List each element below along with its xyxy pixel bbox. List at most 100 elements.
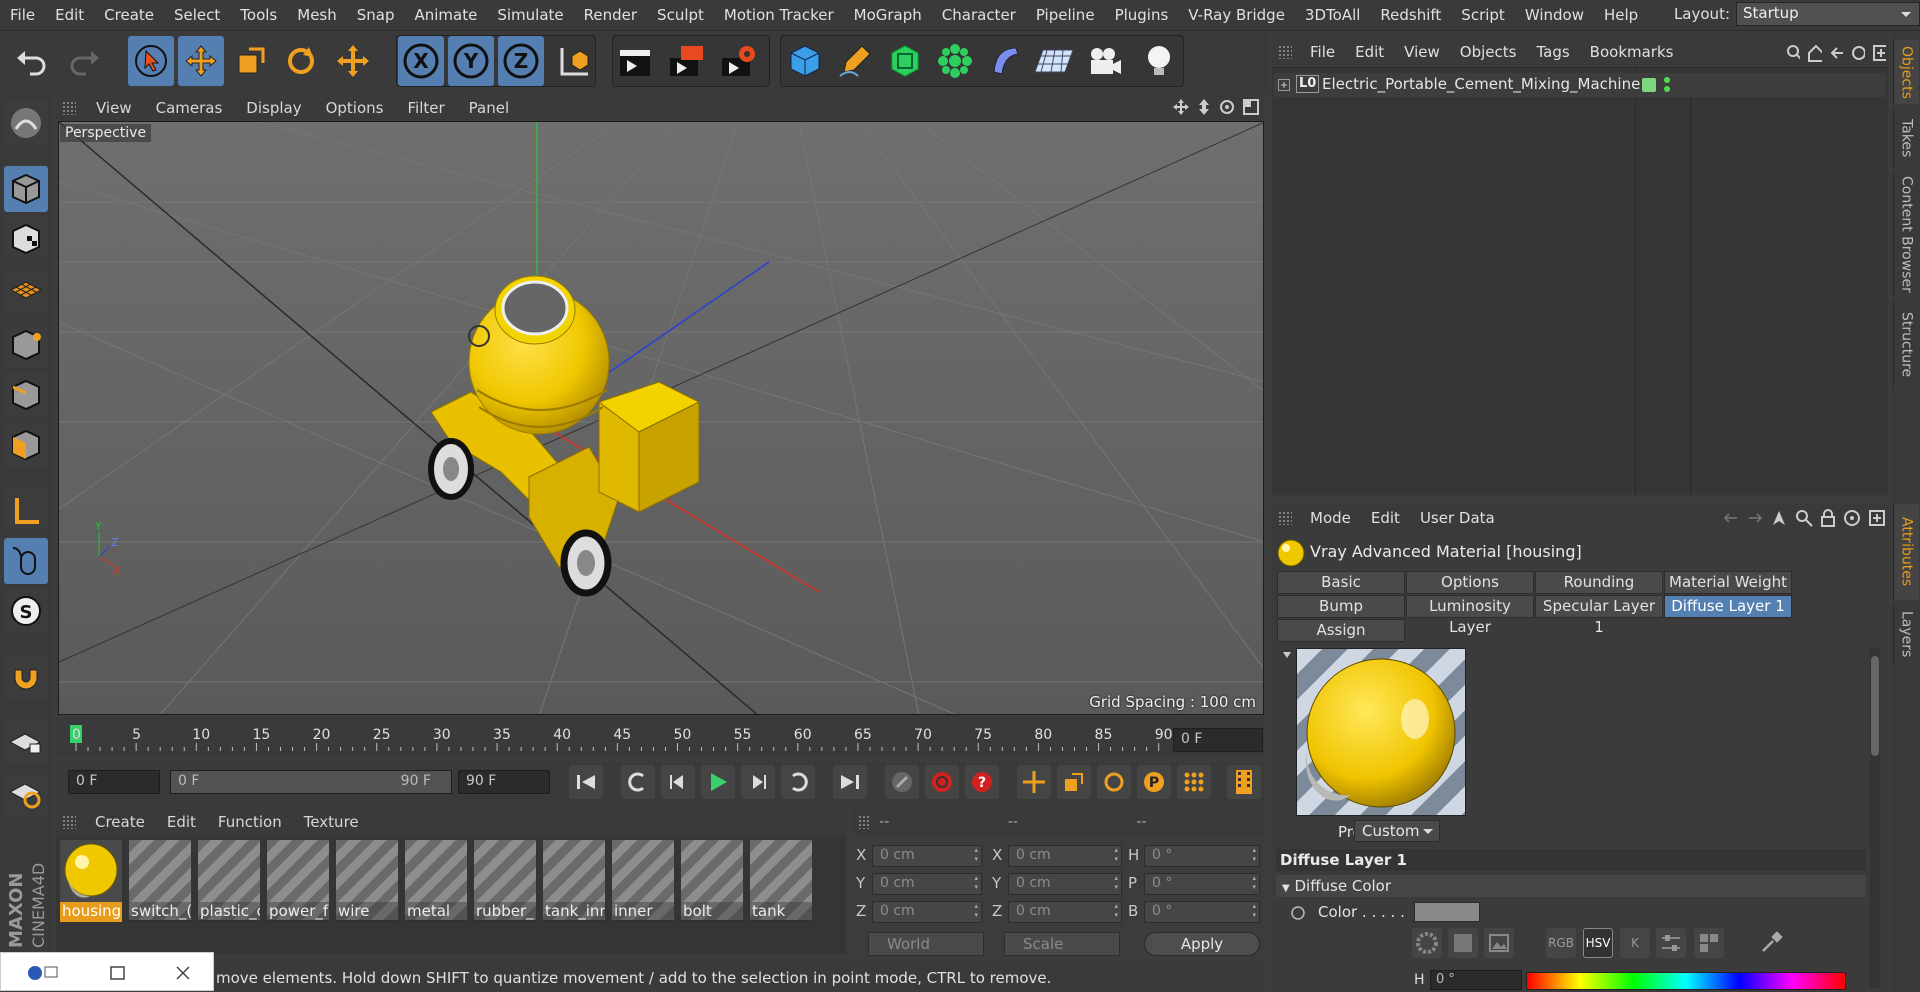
coord-value-field[interactable]: 0 cm <box>1008 845 1122 867</box>
drag-grip-icon[interactable] <box>858 815 872 829</box>
material-swatch[interactable]: wire <box>336 840 398 922</box>
drag-grip-icon[interactable] <box>62 815 76 829</box>
viewport-menu-panel[interactable]: Panel <box>457 99 521 117</box>
move-tool-button[interactable] <box>178 36 224 86</box>
object-menu-tags[interactable]: Tags <box>1526 43 1579 61</box>
close-icon[interactable] <box>176 966 190 980</box>
viewport-menu-cameras[interactable]: Cameras <box>144 99 235 117</box>
key-scale-button[interactable] <box>1057 765 1091 799</box>
material-swatch[interactable]: rubber_ <box>474 840 536 922</box>
menu-character[interactable]: Character <box>932 6 1026 24</box>
coord-value-field[interactable]: 0 ° <box>1144 873 1260 895</box>
object-name[interactable]: Electric_Portable_Cement_Mixing_Machine <box>1322 75 1640 93</box>
sync-icon[interactable] <box>1850 44 1865 62</box>
mixer-mode-button[interactable] <box>1656 928 1686 958</box>
coordinate-scale-dropdown[interactable]: Scale <box>1004 932 1120 956</box>
tab-layers[interactable]: Layers <box>1893 604 1919 664</box>
tab-specular-layer-1[interactable]: Specular Layer 1 <box>1535 595 1663 636</box>
timeline-window-button[interactable] <box>1227 765 1261 799</box>
locked-workplane-button[interactable] <box>4 718 48 764</box>
material-menu-function[interactable]: Function <box>207 813 293 831</box>
material-menu-create[interactable]: Create <box>84 813 156 831</box>
animate-radio-icon[interactable] <box>1290 905 1306 921</box>
transform-tool-button[interactable] <box>330 36 376 86</box>
render-settings-button[interactable] <box>716 36 762 86</box>
menu-file[interactable]: File <box>0 6 45 24</box>
tab-takes[interactable]: Takes <box>1893 108 1919 168</box>
menu-tools[interactable]: Tools <box>230 6 287 24</box>
tab-objects[interactable]: Objects <box>1893 40 1919 104</box>
end-frame-field[interactable]: 90 F <box>458 770 550 794</box>
menu-script[interactable]: Script <box>1451 6 1515 24</box>
workplane-mode-button[interactable] <box>4 266 48 312</box>
menu-sculpt[interactable]: Sculpt <box>647 6 714 24</box>
menu-plugins[interactable]: Plugins <box>1105 6 1179 24</box>
drag-grip-icon[interactable] <box>62 100 76 115</box>
hue-slider[interactable] <box>1526 972 1846 990</box>
redo-button[interactable] <box>62 36 108 86</box>
menu-mesh[interactable]: Mesh <box>287 6 347 24</box>
search-icon[interactable] <box>1795 509 1813 527</box>
attributes-menu-user-data[interactable]: User Data <box>1410 509 1505 527</box>
eyedropper-button[interactable] <box>1756 928 1786 958</box>
coord-value-field[interactable]: 0 cm <box>872 901 982 923</box>
goto-prev-key-button[interactable] <box>621 765 655 799</box>
material-swatch[interactable]: plastic_c <box>198 840 260 922</box>
menu-motion-tracker[interactable]: Motion Tracker <box>714 6 844 24</box>
goto-start-button[interactable] <box>569 765 603 799</box>
coord-value-field[interactable]: 0 ° <box>1144 901 1260 923</box>
lock-icon[interactable] <box>1820 509 1836 527</box>
viewport-menu-options[interactable]: Options <box>314 99 396 117</box>
kelvin-mode-button[interactable]: K <box>1620 928 1650 958</box>
key-position-button[interactable] <box>1017 765 1051 799</box>
rotate-tool-button[interactable] <box>278 36 324 86</box>
menu-v-ray-bridge[interactable]: V-Ray Bridge <box>1178 6 1295 24</box>
coord-value-field[interactable]: 0 cm <box>872 845 982 867</box>
search-icon[interactable] <box>1786 44 1801 62</box>
tab-attributes[interactable]: Attributes <box>1893 504 1919 600</box>
material-swatch[interactable]: power_f <box>267 840 329 922</box>
maximize-view-icon[interactable] <box>1242 98 1260 116</box>
scale-tool-button[interactable] <box>228 36 274 86</box>
color-swatch[interactable] <box>1414 902 1480 922</box>
hue-field[interactable]: 0 ° <box>1430 970 1522 990</box>
cursor-up-icon[interactable] <box>1770 509 1788 527</box>
attributes-menu-mode[interactable]: Mode <box>1300 509 1361 527</box>
object-menu-view[interactable]: View <box>1394 43 1450 61</box>
swatches-mode-button[interactable] <box>1694 928 1724 958</box>
tab-bump[interactable]: Bump <box>1277 595 1405 618</box>
timeline-ruler[interactable]: 0 5 10 15 20 25 30 35 40 45 50 55 60 65 70 75 80 85 90 <box>56 717 1265 757</box>
undo-button[interactable] <box>8 36 54 86</box>
play-button[interactable] <box>701 765 735 799</box>
menu-pipeline[interactable]: Pipeline <box>1026 6 1105 24</box>
menu-edit[interactable]: Edit <box>45 6 94 24</box>
material-swatch[interactable]: metal <box>405 840 467 922</box>
scrollbar-thumb[interactable] <box>1871 656 1879 756</box>
object-menu-file[interactable]: File <box>1300 43 1345 61</box>
tab-options[interactable]: Options <box>1406 571 1534 594</box>
perspective-viewport[interactable]: Y Z X <box>58 121 1264 715</box>
home-icon[interactable] <box>1807 44 1822 62</box>
z-axis-button[interactable]: Z <box>498 36 544 86</box>
rgb-mode-button[interactable]: RGB <box>1546 928 1576 958</box>
material-swatch[interactable]: bolt <box>681 840 743 922</box>
tab-basic[interactable]: Basic <box>1277 571 1405 594</box>
collapse-triangle-icon[interactable] <box>1282 650 1292 660</box>
y-axis-button[interactable]: Y <box>448 36 494 86</box>
cube-object-button[interactable] <box>782 36 828 86</box>
drag-grip-icon[interactable] <box>1278 45 1292 59</box>
coordinate-mode-dropdown[interactable]: World <box>868 932 984 956</box>
material-swatch[interactable]: housing <box>60 840 122 922</box>
menu-animate[interactable]: Animate <box>405 6 488 24</box>
mograph-cloner-button[interactable] <box>932 36 978 86</box>
restore-icon[interactable] <box>44 966 58 978</box>
menu-snap[interactable]: Snap <box>347 6 405 24</box>
menu-window[interactable]: Window <box>1515 6 1594 24</box>
material-preview[interactable] <box>1296 648 1466 816</box>
preset-dropdown[interactable]: Custom <box>1354 820 1440 842</box>
axis-mode-button[interactable] <box>4 488 48 534</box>
material-swatch[interactable]: tank <box>750 840 812 922</box>
menu-simulate[interactable]: Simulate <box>487 6 573 24</box>
menu-redshift[interactable]: Redshift <box>1370 6 1451 24</box>
expand-plus-icon[interactable] <box>1278 79 1290 91</box>
